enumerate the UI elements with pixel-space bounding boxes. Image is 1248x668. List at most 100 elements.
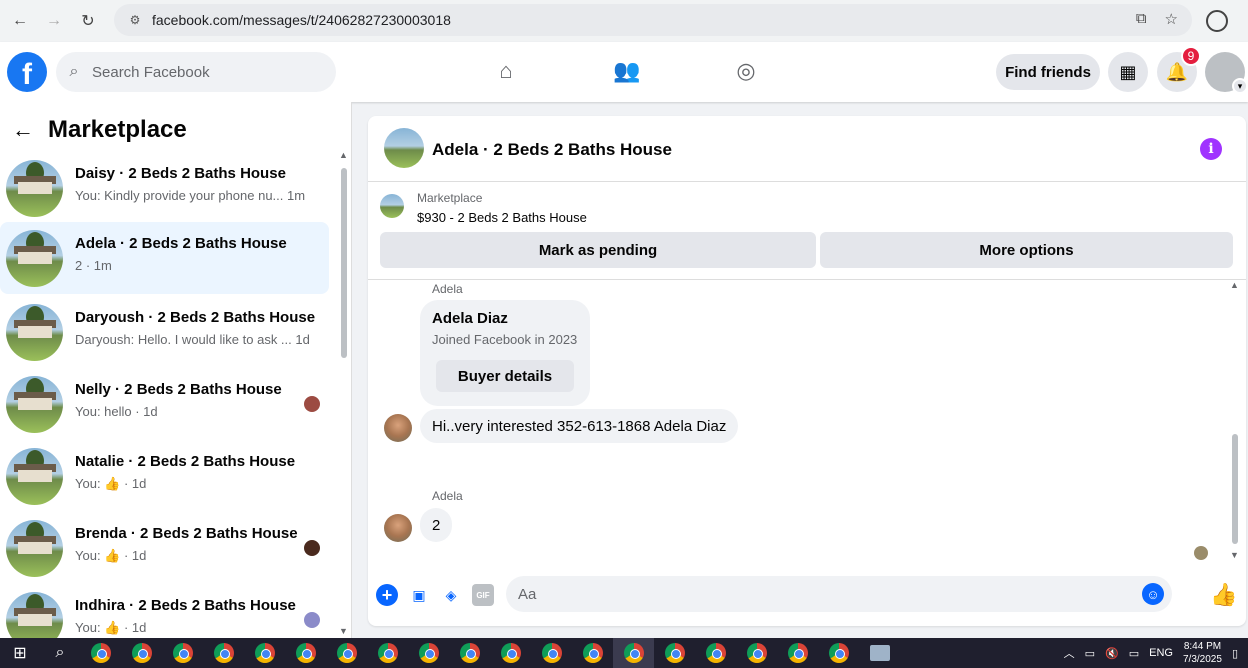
chrome-icon[interactable]: [818, 638, 859, 668]
emoji-icon[interactable]: ☺: [1142, 583, 1164, 605]
search-input[interactable]: Search Facebook: [92, 64, 210, 81]
chat-scrollbar[interactable]: ▲ ▼: [1230, 280, 1240, 566]
conversation-item[interactable]: Nelly · 2 Beds 2 Baths House You: hello …: [0, 368, 329, 440]
conversation-preview: You: Kindly provide your phone nu... 1m: [75, 188, 306, 203]
chrome-icon[interactable]: [162, 638, 203, 668]
language-indicator[interactable]: ENG: [1149, 647, 1173, 659]
listing-thumbnail[interactable]: [384, 128, 424, 168]
app-window-icon[interactable]: [859, 638, 900, 668]
scroll-down-icon[interactable]: ▼: [339, 626, 348, 636]
chrome-icon[interactable]: [613, 638, 654, 668]
chrome-icon[interactable]: [285, 638, 326, 668]
facebook-header: f ⌕ Search Facebook ⌂ 👥 ◎ Find friends ▦…: [0, 42, 1248, 102]
notifications-bell-icon[interactable]: 🔔 9: [1157, 46, 1201, 92]
conversation-name: Natalie · 2 Beds 2 Baths House: [75, 453, 296, 470]
home-icon[interactable]: ⌂: [493, 58, 519, 84]
seen-avatar: [304, 612, 320, 628]
chrome-icon[interactable]: [203, 638, 244, 668]
photo-icon[interactable]: ▣: [408, 584, 430, 606]
friends-icon[interactable]: 👥: [613, 58, 640, 84]
bookmark-star-icon[interactable]: ☆: [1165, 10, 1178, 28]
chrome-icon[interactable]: [408, 638, 449, 668]
chat-header: Adela · 2 Beds 2 Baths House i: [368, 116, 1246, 182]
message-bubble[interactable]: Hi..very interested 352-613-1868 Adela D…: [420, 409, 739, 443]
conversation-name: Brenda · 2 Beds 2 Baths House: [75, 525, 298, 542]
message-composer: + ▣ ◈ GIF Aa ☺ 👍: [368, 576, 1246, 620]
buyer-details-button[interactable]: Buyer details: [436, 360, 574, 392]
reload-icon[interactable]: ↻: [74, 7, 102, 35]
chrome-icon[interactable]: [244, 638, 285, 668]
find-friends-button[interactable]: Find friends: [996, 54, 1100, 90]
network-icon[interactable]: ▭: [1129, 647, 1139, 660]
sidebar-scrollbar[interactable]: ▲ ▼: [339, 150, 348, 636]
back-arrow-icon[interactable]: ←: [12, 117, 34, 143]
chrome-icon[interactable]: [490, 638, 531, 668]
conversation-item[interactable]: Natalie · 2 Beds 2 Baths House You: 👍 · …: [0, 440, 329, 512]
chrome-icon[interactable]: [777, 638, 818, 668]
windows-start-icon[interactable]: ⊞: [0, 638, 40, 668]
message-input[interactable]: Aa ☺: [506, 576, 1172, 612]
sticker-icon[interactable]: ◈: [440, 584, 462, 606]
scroll-up-icon[interactable]: ▲: [1230, 280, 1239, 290]
marketplace-label: Marketplace: [417, 191, 483, 205]
listing-thumbnail[interactable]: [380, 194, 404, 218]
url-text[interactable]: facebook.com/messages/t/2406282723000301…: [152, 12, 451, 28]
sender-avatar[interactable]: [384, 414, 412, 442]
scroll-up-icon[interactable]: ▲: [339, 150, 348, 160]
facebook-logo-icon[interactable]: f: [7, 52, 47, 92]
clock-time: 8:44 PM: [1183, 641, 1222, 652]
conversation-item[interactable]: Daisy · 2 Beds 2 Baths House You: Kindly…: [0, 152, 329, 224]
conversation-item[interactable]: Indhira · 2 Beds 2 Baths House You: 👍 · …: [0, 584, 329, 638]
search-icon: ⌕: [69, 63, 79, 80]
account-avatar[interactable]: ▾: [1205, 52, 1248, 94]
message-bubble[interactable]: 2: [420, 508, 453, 542]
chrome-icon[interactable]: [80, 638, 121, 668]
chat-panel: Adela · 2 Beds 2 Baths House i Marketpla…: [368, 116, 1246, 626]
chrome-icon[interactable]: [449, 638, 490, 668]
read-receipt-avatar: [1194, 546, 1208, 560]
back-arrow-icon[interactable]: ←: [6, 7, 34, 35]
conversation-name: Nelly · 2 Beds 2 Baths House: [75, 381, 282, 398]
conversation-item[interactable]: Daryoush · 2 Beds 2 Baths House Daryoush…: [0, 296, 329, 368]
buyer-name: Adela Diaz: [432, 310, 508, 327]
address-bar[interactable]: ⚙ facebook.com/messages/t/24062827230003…: [114, 4, 1192, 36]
chat-title[interactable]: Adela · 2 Beds 2 Baths House: [432, 140, 672, 160]
more-options-button[interactable]: More options: [820, 232, 1233, 268]
notification-center-icon[interactable]: ▯: [1232, 647, 1238, 660]
listing-price[interactable]: $930 - 2 Beds 2 Baths House: [417, 210, 587, 225]
mark-as-pending-button[interactable]: Mark as pending: [380, 232, 816, 268]
forward-arrow-icon[interactable]: →: [40, 7, 68, 35]
volume-muted-icon[interactable]: 🔇: [1105, 647, 1119, 660]
chrome-icon[interactable]: [695, 638, 736, 668]
thumbs-up-icon[interactable]: 👍: [1210, 582, 1237, 608]
add-attachment-icon[interactable]: +: [376, 584, 398, 606]
info-icon[interactable]: i: [1200, 138, 1222, 160]
conversation-preview: Daryoush: Hello. I would like to ask ...…: [75, 332, 310, 347]
menu-grid-icon[interactable]: ▦: [1108, 52, 1148, 92]
browser-profile-icon[interactable]: [1206, 10, 1228, 32]
chrome-icon[interactable]: [736, 638, 777, 668]
chevron-up-icon[interactable]: ︿: [1064, 645, 1075, 661]
chrome-icon[interactable]: [531, 638, 572, 668]
groups-icon[interactable]: ◎: [733, 58, 759, 84]
conversation-item[interactable]: Adela · 2 Beds 2 Baths House 2 · 1m: [0, 222, 329, 294]
search-box[interactable]: ⌕ Search Facebook: [56, 52, 336, 92]
scroll-down-icon[interactable]: ▼: [1230, 550, 1239, 560]
taskbar-search-icon[interactable]: ⌕: [40, 638, 80, 668]
gif-icon[interactable]: GIF: [472, 584, 494, 606]
seen-avatar: [304, 540, 320, 556]
meet-now-icon[interactable]: ▭: [1085, 647, 1095, 660]
chrome-icon[interactable]: [654, 638, 695, 668]
conversation-item[interactable]: Brenda · 2 Beds 2 Baths House You: 👍 · 1…: [0, 512, 329, 584]
seen-avatar: [304, 396, 320, 412]
chrome-icon[interactable]: [367, 638, 408, 668]
sidebar-title: Marketplace: [48, 116, 187, 143]
install-app-icon[interactable]: ⧉: [1136, 10, 1147, 28]
sender-avatar[interactable]: [384, 514, 412, 542]
chrome-icon[interactable]: [326, 638, 367, 668]
conversation-preview: 2 · 1m: [75, 258, 112, 273]
chrome-icon[interactable]: [572, 638, 613, 668]
site-settings-icon[interactable]: ⚙: [122, 13, 148, 27]
clock[interactable]: 8:44 PM 7/3/2025: [1183, 640, 1222, 666]
chrome-icon[interactable]: [121, 638, 162, 668]
